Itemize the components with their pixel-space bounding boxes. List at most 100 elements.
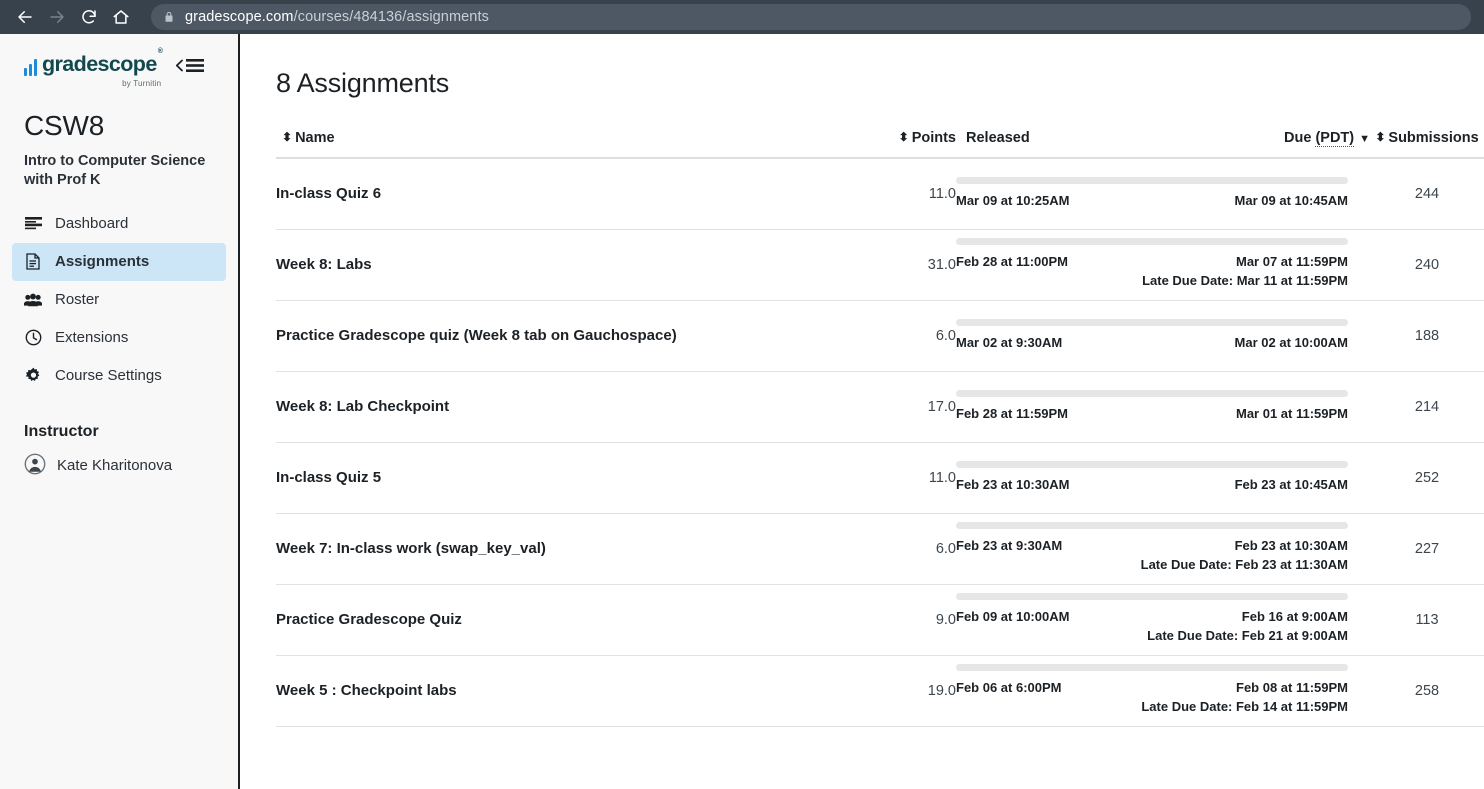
table-row[interactable]: Week 8: Lab Checkpoint 17.0 Feb 28 at 11:5… — [276, 371, 1484, 443]
lock-icon — [163, 10, 175, 24]
assignment-submissions: 240 — [1370, 229, 1484, 301]
column-header-submissions[interactable]: ⬍ Submissions — [1370, 130, 1484, 159]
gradescope-logo[interactable]: gradescope® by Turnitin — [24, 48, 163, 88]
column-label-name: Name — [295, 130, 335, 146]
released-date: Mar 02 at 9:30AM — [956, 334, 1063, 350]
browser-toolbar: gradescope.com/courses/484136/assignment… — [0, 0, 1484, 34]
arrow-right-icon — [50, 11, 64, 23]
table-row[interactable]: Week 7: In-class work (swap_key_val) 6.0 F… — [276, 513, 1484, 585]
column-header-due[interactable]: Due (PDT) ▼ — [1284, 130, 1370, 147]
assignment-name[interactable]: In-class Quiz 6 — [276, 158, 884, 230]
home-button[interactable] — [106, 2, 136, 32]
assignment-name[interactable]: Practice Gradescope quiz (Week 8 tab on … — [276, 300, 884, 372]
assignment-submissions: 188 — [1370, 300, 1484, 372]
due-date: Feb 16 at 9:00AM — [1241, 609, 1348, 625]
sidebar-item-course-settings[interactable]: Course Settings — [12, 357, 226, 395]
column-label-released[interactable]: Released — [966, 130, 1030, 146]
progress-bar — [956, 593, 1348, 601]
table-row[interactable]: In-class Quiz 6 11.0 Mar 09 at 10:25AM Mar … — [276, 158, 1484, 230]
date-line: Mar 02 at 9:30AM Mar 02 at 10:00AM — [956, 334, 1348, 353]
sort-updown-icon: ⬍ — [1375, 130, 1386, 144]
table-row[interactable]: In-class Quiz 5 11.0 Feb 23 at 10:30AM Feb … — [276, 442, 1484, 514]
sidebar-nav: Dashboard Assignments Roster Extensions … — [0, 205, 238, 395]
instructor-row[interactable]: Kate Kharitonova — [0, 441, 238, 479]
progress-bar — [956, 318, 1348, 326]
progress-bar — [956, 238, 1348, 246]
sidebar-item-label: Roster — [55, 291, 100, 309]
assignment-points: 19.0 — [884, 655, 956, 727]
assignment-name[interactable]: Week 5 : Checkpoint labs — [276, 655, 884, 727]
back-button[interactable] — [10, 2, 40, 32]
table-header: ⬍ Name ⬍ Points Released Due (PDT) ▼ ⬍ Submi… — [276, 130, 1484, 159]
column-header-dates: Released Due (PDT) ▼ — [956, 130, 1370, 159]
url-path: /courses/484136/assignments — [293, 9, 489, 25]
table-row[interactable]: Week 8: Labs 31.0 Feb 28 at 11:00PM Mar 07 … — [276, 229, 1484, 301]
assignment-dates: Feb 28 at 11:00PM Mar 07 at 11:59PM Late D… — [956, 229, 1370, 301]
user-circle-icon — [24, 453, 46, 479]
sort-updown-icon: ⬍ — [282, 130, 293, 144]
assignment-name[interactable]: Week 7: In-class work (swap_key_val) — [276, 513, 884, 585]
released-date: Feb 23 at 10:30AM — [956, 476, 1070, 492]
date-line: Feb 28 at 11:59PM Mar 01 at 11:59PM — [956, 405, 1348, 424]
logo-wordmark: gradescope — [42, 52, 157, 76]
sort-updown-icon: ⬍ — [898, 130, 909, 144]
assignment-submissions: 214 — [1370, 371, 1484, 443]
released-date: Feb 28 at 11:00PM — [956, 254, 1068, 270]
table-body: In-class Quiz 6 11.0 Mar 09 at 10:25AM Mar … — [276, 158, 1484, 727]
main-content: 8 Assignments ⬍ Name ⬍ Points Released Due… — [240, 34, 1484, 789]
page-title: 8 Assignments — [276, 68, 449, 98]
progress-bar — [956, 460, 1348, 468]
sidebar-item-label: Dashboard — [55, 215, 129, 233]
due-date: Mar 01 at 11:59PM — [1235, 405, 1348, 421]
late-due-date: Late Due Date: Mar 11 at 11:59PM — [1142, 273, 1348, 288]
date-line: Feb 23 at 10:30AM Feb 23 at 10:45AM — [956, 476, 1348, 495]
table-row[interactable]: Practice Gradescope quiz (Week 8 tab on … — [276, 300, 1484, 372]
assignment-points: 9.0 — [884, 584, 956, 656]
assignment-points: 11.0 — [884, 442, 956, 514]
assignment-submissions: 244 — [1370, 158, 1484, 230]
sidebar-collapse-button[interactable] — [175, 58, 205, 73]
url-text: gradescope.com/courses/484136/assignment… — [185, 9, 489, 25]
assignment-dates: Feb 06 at 6:00PM Feb 08 at 11:59PM Late Du… — [956, 655, 1370, 727]
progress-bar — [956, 176, 1348, 184]
sidebar-item-extensions[interactable]: Extensions — [12, 319, 226, 357]
column-header-name[interactable]: ⬍ Name — [276, 130, 884, 159]
caret-down-icon: ▼ — [1359, 133, 1370, 145]
column-header-points[interactable]: ⬍ Points — [884, 130, 956, 159]
sidebar: gradescope® by Turnitin CSW8 Intro to Co… — [0, 34, 240, 789]
assignment-points: 6.0 — [884, 513, 956, 585]
assignment-dates: Mar 02 at 9:30AM Mar 02 at 10:00AM — [956, 300, 1370, 372]
assignment-dates: Feb 28 at 11:59PM Mar 01 at 11:59PM — [956, 371, 1370, 443]
late-due-date: Late Due Date: Feb 23 at 11:30AM — [1140, 557, 1348, 572]
table-row[interactable]: Practice Gradescope Quiz 9.0 Feb 09 at 10:… — [276, 584, 1484, 656]
sidebar-item-dashboard[interactable]: Dashboard — [12, 205, 226, 243]
reload-button[interactable] — [74, 2, 104, 32]
assignment-dates: Feb 23 at 10:30AM Feb 23 at 10:45AM — [956, 442, 1370, 514]
released-date: Feb 06 at 6:00PM — [956, 680, 1062, 696]
sidebar-header: gradescope® by Turnitin — [0, 34, 238, 88]
assignment-name[interactable]: Practice Gradescope Quiz — [276, 584, 884, 656]
assignment-dates: Feb 23 at 9:30AM Feb 23 at 10:30AM Late Du… — [956, 513, 1370, 585]
course-title: Intro to Computer Science with Prof K — [24, 152, 206, 189]
sidebar-item-label: Extensions — [55, 329, 129, 347]
released-date: Feb 09 at 10:00AM — [956, 609, 1070, 625]
page-viewport: gradescope® by Turnitin CSW8 Intro to Co… — [0, 34, 1484, 789]
assignment-name[interactable]: In-class Quiz 5 — [276, 442, 884, 514]
gear-icon — [24, 367, 42, 384]
arrow-left-icon — [18, 11, 32, 23]
assignment-name[interactable]: Week 8: Lab Checkpoint — [276, 371, 884, 443]
forward-button[interactable] — [42, 2, 72, 32]
released-date: Mar 09 at 10:25AM — [956, 192, 1070, 208]
released-date: Feb 23 at 9:30AM — [956, 538, 1063, 554]
column-label-due: Due — [1284, 130, 1312, 146]
assignment-name[interactable]: Week 8: Labs — [276, 229, 884, 301]
sidebar-item-label: Course Settings — [55, 367, 162, 385]
sidebar-item-roster[interactable]: Roster — [12, 281, 226, 319]
address-bar[interactable]: gradescope.com/courses/484136/assignment… — [151, 4, 1471, 30]
assignment-dates: Mar 09 at 10:25AM Mar 09 at 10:45AM — [956, 158, 1370, 230]
sidebar-item-assignments[interactable]: Assignments — [12, 242, 226, 281]
dashboard-icon — [24, 216, 42, 231]
table-row[interactable]: Week 5 : Checkpoint labs 19.0 Feb 06 at 6:… — [276, 655, 1484, 727]
assignment-points: 6.0 — [884, 300, 956, 372]
date-line: Mar 09 at 10:25AM Mar 09 at 10:45AM — [956, 192, 1348, 211]
